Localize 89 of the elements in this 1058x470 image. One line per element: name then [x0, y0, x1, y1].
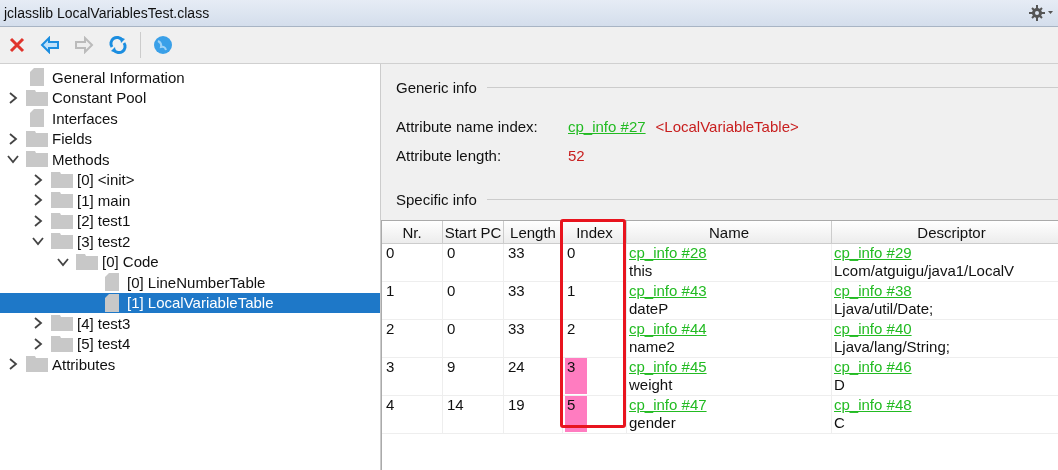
column-header[interactable]: Length	[504, 221, 563, 244]
table-cell-text: C	[834, 414, 846, 432]
tree-item[interactable]: [2] test1	[0, 210, 380, 231]
chevron-right-icon[interactable]	[32, 317, 44, 330]
refresh-icon	[108, 35, 128, 55]
table-cell-text: 1	[385, 282, 396, 300]
folder-icon	[26, 89, 48, 106]
table-cell-text: 9	[446, 358, 457, 376]
chevron-right-icon[interactable]	[7, 358, 19, 371]
tree-item[interactable]: Fields	[0, 128, 380, 149]
field-label: Attribute name index:	[396, 118, 539, 135]
field-value: 52	[568, 147, 585, 164]
table-cell-text: 0	[446, 244, 457, 262]
table-cell-text: 33	[507, 320, 526, 338]
file-icon	[105, 273, 119, 292]
globe-icon	[153, 35, 173, 55]
tree-item[interactable]: Methods	[0, 149, 380, 170]
chevron-right-icon[interactable]	[32, 173, 44, 186]
table-cell-text: Lcom/atguigu/java1/LocalV	[834, 262, 1016, 280]
chevron-right-icon[interactable]	[32, 337, 44, 350]
folder-icon	[51, 192, 73, 209]
folder-icon	[51, 335, 73, 352]
chevron-down-icon[interactable]	[7, 153, 19, 166]
file-icon	[30, 109, 44, 128]
tree-item[interactable]: Constant Pool	[0, 87, 380, 108]
section-heading: Specific info	[396, 190, 477, 208]
highlighted-cell: 3	[565, 358, 588, 394]
folder-icon	[51, 171, 73, 188]
chevron-right-icon[interactable]	[7, 132, 19, 145]
folder-icon	[26, 356, 48, 373]
back-arrow-icon	[40, 36, 60, 54]
folder-icon	[51, 212, 73, 229]
chevron-right-icon[interactable]	[32, 194, 44, 207]
column-header[interactable]: Nr.	[382, 221, 443, 244]
file-icon	[105, 293, 119, 312]
table-cell-text: weight	[629, 376, 674, 394]
table-cell-text: 19	[507, 396, 526, 414]
table-cell-text: 0	[446, 282, 457, 300]
chevron-right-icon[interactable]	[7, 91, 19, 104]
table-cell-text: gender	[629, 414, 677, 432]
tree-item[interactable]: Attributes	[0, 354, 380, 375]
tree-item[interactable]: [0] <init>	[0, 169, 380, 190]
tree-item[interactable]: [3] test2	[0, 231, 380, 252]
table-cell-text: D	[834, 376, 846, 394]
tree-item[interactable]: [1] main	[0, 190, 380, 211]
tree-item[interactable]: [0] LineNumberTable	[0, 272, 380, 293]
table-cell-text: 14	[446, 396, 465, 414]
table-cell-text: Ljava/util/Date;	[834, 300, 935, 318]
table-cell-text: 2	[385, 320, 396, 338]
table-cell-text: 33	[507, 282, 526, 300]
tree-item[interactable]: [5] test4	[0, 333, 380, 354]
table-cell-text: dateP	[629, 300, 670, 318]
forward-arrow-icon	[74, 36, 94, 54]
folder-icon	[26, 130, 48, 147]
folder-icon	[76, 253, 98, 270]
highlighted-cell: 5	[565, 396, 588, 432]
section-heading: Generic info	[396, 78, 477, 96]
field-label: Attribute length:	[396, 147, 503, 164]
tree-item[interactable]: [4] test3	[0, 313, 380, 334]
chevron-down-icon[interactable]	[32, 235, 44, 248]
file-icon	[30, 68, 44, 87]
folder-icon	[51, 315, 73, 332]
tree-item[interactable]: [0] Code	[0, 251, 380, 272]
column-header[interactable]: Start PC	[443, 221, 504, 244]
table-cell-text: 0	[566, 244, 577, 262]
window-title: jclasslib LocalVariablesTest.class	[4, 5, 210, 21]
tree-item[interactable]: General Information	[0, 67, 380, 88]
table-cell-text: 0	[385, 244, 396, 262]
settings-icon[interactable]	[1028, 4, 1054, 22]
table-cell-text: 1	[566, 282, 577, 300]
chevron-right-icon[interactable]	[32, 214, 44, 227]
column-header[interactable]: Descriptor	[832, 221, 1058, 244]
folder-icon	[26, 151, 48, 168]
column-header[interactable]: Name	[627, 221, 832, 244]
tree-item[interactable]: [1] LocalVariableTable	[0, 292, 380, 313]
field-value: <LocalVariableTable>	[655, 118, 799, 135]
folder-icon	[51, 233, 73, 250]
tree-item[interactable]: Interfaces	[0, 108, 380, 129]
table-cell-text: 24	[507, 358, 526, 376]
table-cell-text: 3	[385, 358, 396, 376]
table-cell-text: Ljava/lang/String;	[834, 338, 951, 356]
back-button[interactable]	[38, 34, 62, 56]
table-cell-text: 2	[566, 320, 577, 338]
table-cell-text: 4	[385, 396, 396, 414]
close-icon	[8, 36, 26, 54]
table-cell-text: 0	[446, 320, 457, 338]
table-cell-text: name2	[629, 338, 676, 356]
table-cell-text: 33	[507, 244, 526, 262]
table-cell-text: this	[629, 262, 654, 280]
